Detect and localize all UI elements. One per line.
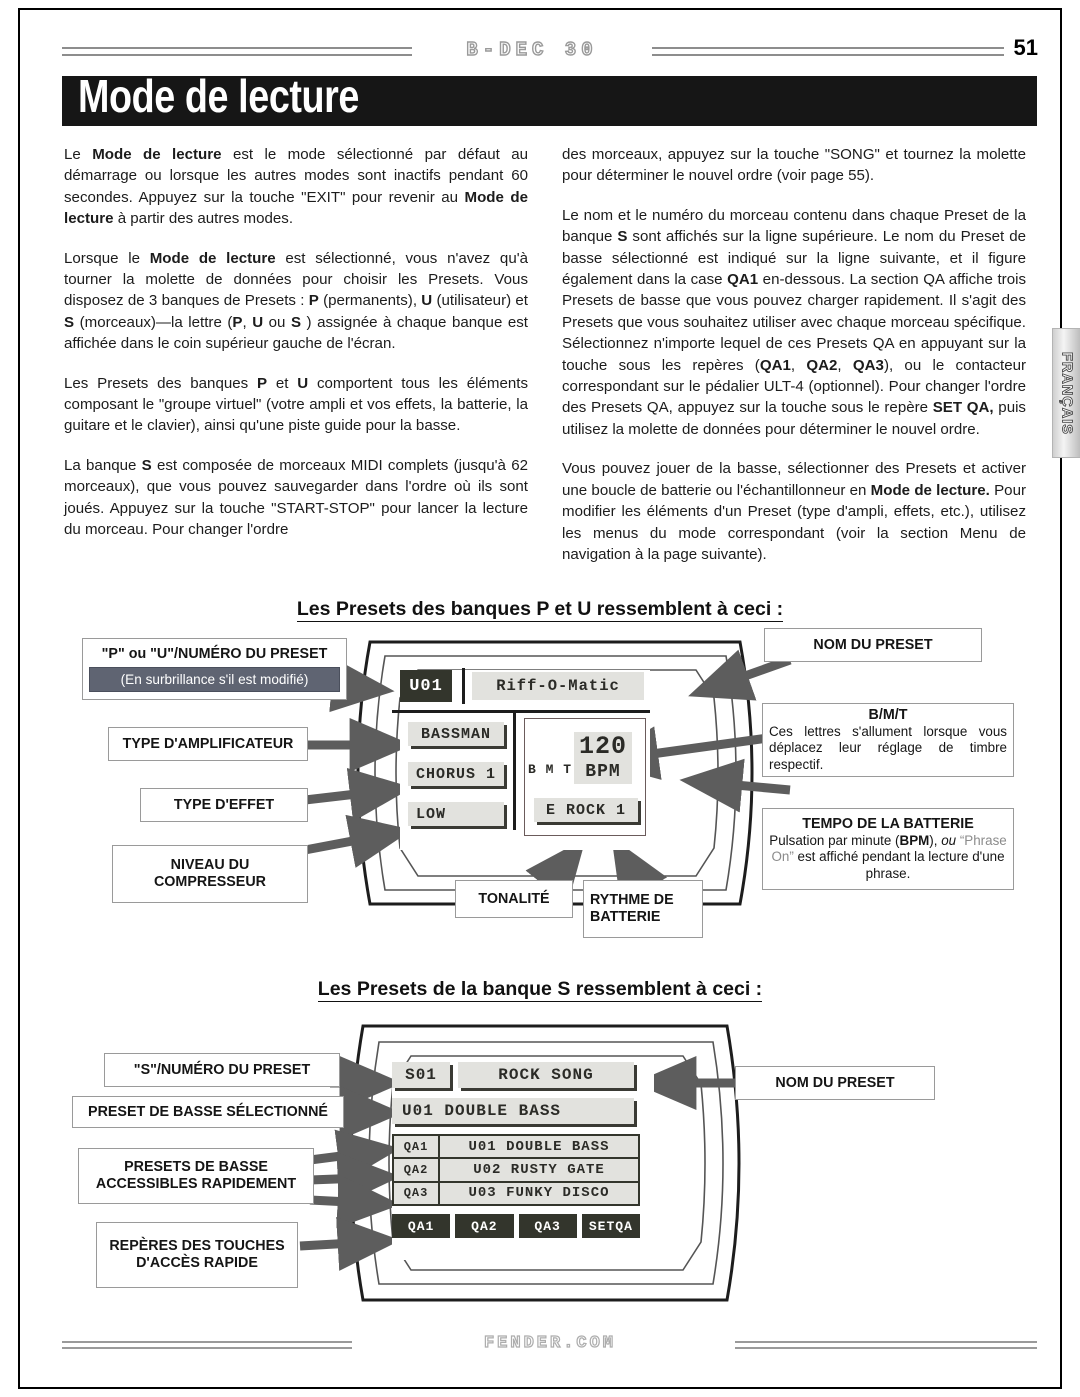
language-tab: FRANÇAIS bbox=[1052, 328, 1080, 458]
callout-tonality-title: TONALITÉ bbox=[478, 890, 550, 907]
lcd-compressor-level: LOW bbox=[408, 802, 504, 826]
soft-key[interactable]: QA3 bbox=[518, 1214, 577, 1238]
callout-preset-name-s-title: NOM DU PRESET bbox=[775, 1074, 895, 1091]
callout-preset-number-title: "P" ou "U"/NUMÉRO DU PRESET bbox=[101, 646, 328, 662]
lcd-display-pu: U01 Riff-O-Matic BASSMAN CHORUS 1 LOW B … bbox=[392, 668, 650, 850]
body-column-left: Le Mode de lecture est le mode sélection… bbox=[64, 144, 528, 541]
callout-preset-number-highlight: (En surbrillance s'il est modifié) bbox=[89, 667, 340, 692]
callout-bass-preset-title: PRESET DE BASSE SÉLECTIONNÉ bbox=[88, 1103, 328, 1120]
qa-row-value: U02 RUSTY GATE bbox=[440, 1159, 638, 1181]
callout-qa-presets: PRESETS DE BASSE ACCESSIBLES RAPIDEMENT bbox=[78, 1148, 314, 1204]
page-number: 51 bbox=[1013, 35, 1038, 60]
callout-drum-rhythm-title2: BATTERIE bbox=[590, 909, 661, 925]
product-brand-header: B-DEC 30 bbox=[466, 38, 598, 61]
callout-compressor-title: NIVEAU DU bbox=[170, 857, 250, 873]
qa-row-value: U03 FUNKY DISCO bbox=[440, 1182, 638, 1204]
callout-preset-number-s: "S"/NUMÉRO DU PRESET bbox=[104, 1053, 340, 1087]
body-left-paragraph: La banque S est composée de morceaux MID… bbox=[64, 456, 528, 539]
lcd-bass-preset: U01 DOUBLE BASS bbox=[392, 1098, 634, 1124]
diagram-pu-caption: Les Presets des banques P et U ressemble… bbox=[0, 598, 1080, 622]
header-rule-left bbox=[62, 47, 412, 56]
lcd-qa-table: QA1 U01 DOUBLE BASS QA2 U02 RUSTY GATE QA3 U0… bbox=[392, 1134, 640, 1206]
qa-row-label: QA3 bbox=[394, 1182, 438, 1204]
lcd-bmt-indicator: B M T bbox=[528, 762, 573, 777]
lcd-divider-v2 bbox=[513, 712, 516, 830]
callout-bmt-title: B/M/T bbox=[868, 706, 908, 723]
body-left-paragraph: Le Mode de lecture est le mode sélection… bbox=[64, 146, 529, 228]
lcd-tempo-value: 120 bbox=[574, 732, 632, 761]
callout-tempo-body: Pulsation par minute (BPM), ou “Phrase O… bbox=[769, 832, 1007, 881]
callout-tonality: TONALITÉ bbox=[455, 880, 573, 918]
callout-preset-name-s: NOM DU PRESET bbox=[735, 1066, 935, 1100]
qa-row-label: QA2 bbox=[394, 1159, 438, 1181]
body-left-paragraph: Les Presets des banques P et U comporten… bbox=[64, 374, 528, 435]
lcd-soft-key-row: QA1 QA2 QA3 SETQA bbox=[392, 1214, 640, 1238]
callout-amp-type-title: TYPE D'AMPLIFICATEUR bbox=[122, 735, 294, 752]
callout-bmt-body: Ces lettres s'allument lorsque vous dépl… bbox=[769, 723, 1007, 772]
callout-drum-rhythm: RYTHME DE BATTERIE bbox=[583, 880, 703, 938]
body-right-paragraph: Vous pouvez jouer de la basse, sélection… bbox=[562, 460, 1026, 563]
footer-rule-right bbox=[735, 1341, 1037, 1349]
callout-preset-name-pu: NOM DU PRESET bbox=[764, 628, 982, 662]
page-title: Mode de lecture bbox=[78, 70, 360, 122]
lcd-preset-name: Riff-O-Matic bbox=[472, 672, 644, 700]
page-footer: FENDER.COM bbox=[62, 1333, 1037, 1359]
lcd-divider-v1 bbox=[462, 668, 465, 704]
callout-tempo-title: TEMPO DE LA BATTERIE bbox=[802, 815, 974, 832]
qa-row: QA2 U02 RUSTY GATE bbox=[394, 1159, 638, 1181]
callout-qa-presets-title2: ACCESSIBLES RAPIDEMENT bbox=[95, 1176, 297, 1192]
section-title-bar: Mode de lecture bbox=[62, 70, 1037, 126]
page-header: B-DEC 30 51 bbox=[62, 35, 1038, 70]
lcd-song-number: S01 bbox=[392, 1062, 450, 1088]
diagram-pu-caption-text: Les Presets des banques P et U ressemble… bbox=[296, 598, 784, 622]
lcd-preset-number: U01 bbox=[400, 670, 452, 702]
callout-compressor-title2: COMPRESSEUR bbox=[153, 874, 266, 890]
callout-bmt: B/M/T Ces lettres s'allument lorsque vou… bbox=[762, 703, 1014, 777]
qa-row: QA3 U03 FUNKY DISCO bbox=[394, 1182, 638, 1204]
callout-preset-number-pu: "P" ou "U"/NUMÉRO DU PRESET (En surbrill… bbox=[82, 638, 347, 700]
callout-compressor-level: NIVEAU DU COMPRESSEUR bbox=[112, 845, 308, 903]
lcd-song-name: ROCK SONG bbox=[458, 1062, 634, 1088]
callout-soft-keys-title2: D'ACCÈS RAPIDE bbox=[136, 1255, 258, 1271]
callout-bass-preset: PRESET DE BASSE SÉLECTIONNÉ bbox=[72, 1096, 344, 1128]
callout-tempo: TEMPO DE LA BATTERIE Pulsation par minut… bbox=[762, 808, 1014, 890]
soft-key[interactable]: SETQA bbox=[581, 1214, 640, 1238]
footer-brand: FENDER.COM bbox=[483, 1333, 617, 1353]
body-left-paragraph: Lorsque le Mode de lecture est sélection… bbox=[64, 249, 528, 353]
diagram-s-caption: Les Presets de la banque S ressemblent à… bbox=[0, 978, 1080, 1002]
header-rule-right bbox=[652, 47, 1004, 56]
lcd-amp-type: BASSMAN bbox=[408, 722, 504, 746]
language-tab-label: FRANÇAIS bbox=[1058, 351, 1075, 435]
lcd-divider-h1 bbox=[392, 710, 650, 713]
qa-row-value: U01 DOUBLE BASS bbox=[440, 1136, 638, 1158]
lcd-effect-type: CHORUS 1 bbox=[408, 762, 504, 786]
qa-row: QA1 U01 DOUBLE BASS bbox=[394, 1136, 638, 1158]
soft-key[interactable]: QA2 bbox=[455, 1214, 514, 1238]
body-right-paragraph: Le nom et le numéro du morceau contenu d… bbox=[562, 206, 1027, 438]
body-right-paragraph: des morceaux, appuyez sur la touche "SON… bbox=[562, 146, 1026, 185]
soft-key[interactable]: QA1 bbox=[392, 1214, 451, 1238]
callout-amp-type: TYPE D'AMPLIFICATEUR bbox=[108, 727, 308, 761]
callout-effect-type-title: TYPE D'EFFET bbox=[173, 796, 275, 813]
callout-soft-keys: REPÈRES DES TOUCHES D'ACCÈS RAPIDE bbox=[96, 1222, 298, 1288]
callout-qa-presets-title: PRESETS DE BASSE bbox=[124, 1159, 268, 1175]
footer-rule-left bbox=[62, 1341, 352, 1349]
callout-preset-number-s-title: "S"/NUMÉRO DU PRESET bbox=[133, 1061, 311, 1078]
callout-soft-keys-title: REPÈRES DES TOUCHES bbox=[109, 1238, 285, 1254]
lcd-tempo-unit: BPM bbox=[574, 760, 632, 784]
diagram-s-caption-text: Les Presets de la banque S ressemblent à… bbox=[317, 978, 763, 1002]
callout-drum-rhythm-title: RYTHME DE bbox=[590, 892, 674, 908]
body-column-right: des morceaux, appuyez sur la touche "SON… bbox=[562, 144, 1026, 565]
callout-preset-name-title: NOM DU PRESET bbox=[813, 636, 933, 653]
lcd-drum-pattern: E ROCK 1 bbox=[534, 798, 638, 822]
callout-effect-type: TYPE D'EFFET bbox=[140, 788, 308, 822]
lcd-display-s: S01 ROCK SONG U01 DOUBLE BASS QA1 U01 DOU… bbox=[392, 1062, 654, 1260]
qa-rows: QA1 U01 DOUBLE BASS QA2 U02 RUSTY GATE QA3 U0… bbox=[394, 1136, 638, 1204]
qa-row-label: QA1 bbox=[394, 1136, 438, 1158]
